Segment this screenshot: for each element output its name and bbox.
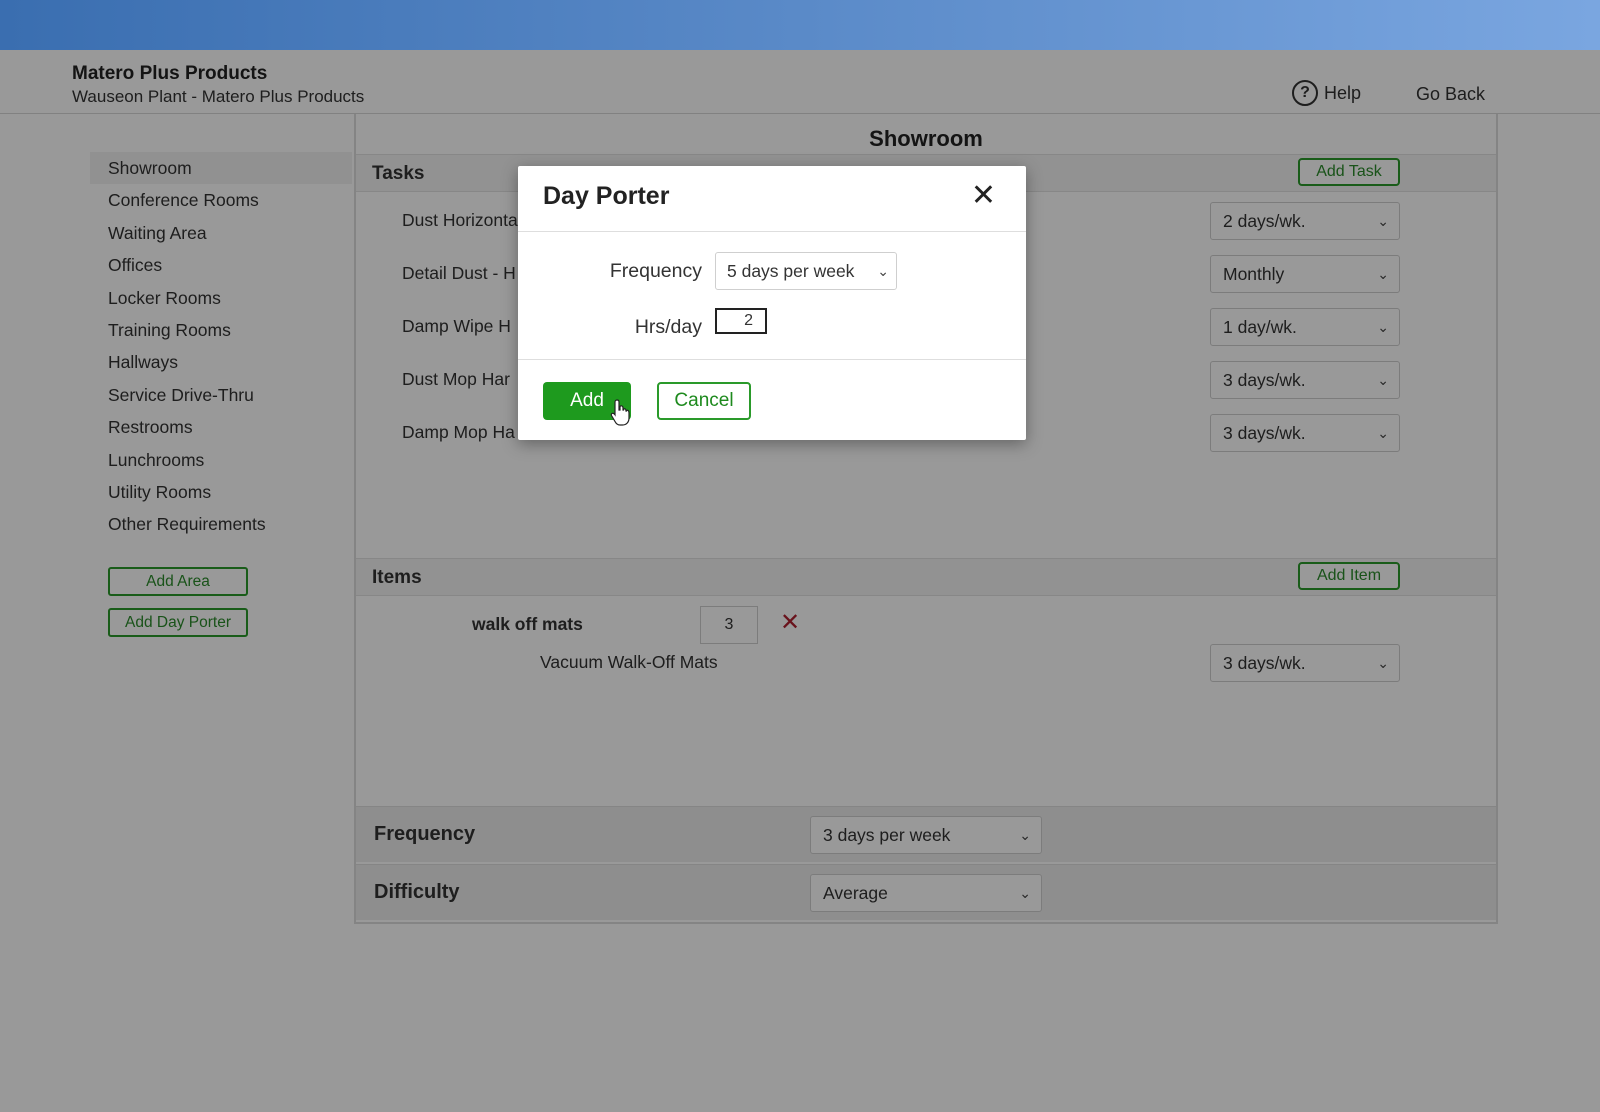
dialog-header: Day Porter ✕ bbox=[518, 166, 1026, 232]
close-icon[interactable]: ✕ bbox=[971, 178, 996, 214]
cancel-button[interactable]: Cancel bbox=[657, 382, 751, 420]
day-porter-frequency-value: 5 days per week bbox=[727, 261, 855, 281]
frequency-field-label: Frequency bbox=[609, 260, 702, 282]
day-porter-dialog: Day Porter ✕ Frequency 5 days per week ⌄ … bbox=[518, 166, 1026, 440]
top-bar bbox=[0, 0, 1600, 50]
hrs-per-day-label: Hrs/day bbox=[634, 316, 702, 338]
dialog-body: Frequency 5 days per week ⌄ Hrs/day bbox=[518, 232, 1026, 360]
day-porter-frequency-select[interactable]: 5 days per week ⌄ bbox=[715, 252, 897, 290]
hrs-per-day-input[interactable] bbox=[715, 308, 767, 334]
hand-cursor-icon bbox=[610, 399, 630, 426]
dialog-title: Day Porter bbox=[543, 182, 670, 210]
chevron-down-icon: ⌄ bbox=[877, 263, 889, 279]
